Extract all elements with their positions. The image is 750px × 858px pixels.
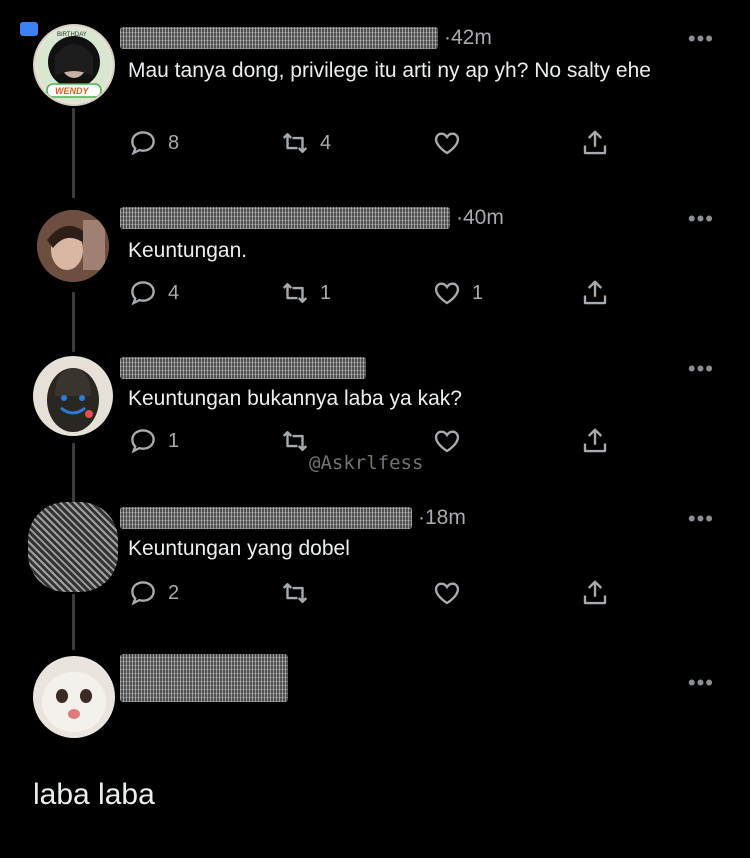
tweet[interactable]: ·40m ••• Keuntungan. 4 1 1 [0, 190, 750, 340]
heart-icon [434, 430, 460, 453]
reply-count: 1 [168, 429, 180, 452]
watermark: @Askrlfess [309, 452, 424, 474]
share-icon [583, 428, 607, 453]
more-options-icon[interactable]: ••• [688, 206, 714, 232]
reply-button[interactable]: 8 [128, 128, 179, 158]
reply-icon [131, 581, 155, 606]
avatar[interactable]: BIRTHDAY WENDY [33, 24, 115, 106]
like-button[interactable]: 1 [432, 278, 483, 308]
tweet-text: Keuntungan bukannya laba ya kak? [128, 387, 462, 410]
reply-button[interactable]: 4 [128, 278, 179, 308]
tweet-time: ·18m [418, 506, 466, 529]
more-options-icon[interactable]: ••• [688, 670, 714, 696]
more-options-icon[interactable]: ••• [688, 356, 714, 382]
retweet-icon [282, 583, 308, 603]
tweet-text: Keuntungan. [128, 239, 248, 262]
share-icon [583, 580, 607, 605]
share-button[interactable] [580, 128, 610, 158]
retweet-count: 4 [320, 131, 332, 154]
badge-text-top: BIRTHDAY [57, 32, 87, 38]
retweet-icon [282, 431, 308, 451]
tweet[interactable]: ·18m ••• Keuntungan yang dobel 2 [0, 490, 750, 640]
heart-icon [434, 282, 460, 305]
username-blurred[interactable] [120, 207, 450, 229]
retweet-button[interactable]: 1 [280, 278, 331, 308]
heart-icon [434, 132, 460, 155]
username-blurred[interactable] [120, 357, 366, 379]
username-blurred[interactable] [120, 507, 412, 529]
share-button[interactable] [580, 278, 610, 308]
like-count: 1 [472, 281, 484, 304]
retweet-button[interactable]: 4 [280, 128, 331, 158]
share-icon [583, 280, 607, 305]
share-button[interactable] [580, 426, 610, 456]
tweet[interactable]: BIRTHDAY WENDY ·42m ••• Mau tanya dong, … [0, 0, 750, 190]
reply-count: 2 [168, 581, 180, 604]
more-options-icon[interactable]: ••• [688, 506, 714, 532]
retweet-button[interactable] [280, 578, 320, 608]
tweet[interactable]: ••• [0, 640, 750, 858]
avatar[interactable] [33, 656, 115, 738]
reply-text: laba laba [33, 778, 155, 811]
username-blurred[interactable] [120, 27, 438, 49]
avatar[interactable] [37, 210, 109, 282]
retweet-count: 1 [320, 281, 332, 304]
reply-icon [131, 131, 155, 156]
badge-text-name: WENDY [55, 86, 89, 96]
tweet-time: ·40m [456, 206, 504, 229]
tweet-time: ·42m [444, 26, 492, 49]
reply-button[interactable]: 2 [128, 578, 179, 608]
avatar[interactable] [33, 356, 113, 436]
reply-count: 8 [168, 131, 180, 154]
tweet-text: Mau tanya dong, privilege itu arti ny ap… [128, 59, 651, 82]
reply-icon [131, 281, 155, 306]
more-options-icon[interactable]: ••• [688, 26, 714, 52]
avatar-blurred[interactable] [28, 502, 118, 592]
retweet-icon [282, 283, 308, 303]
share-icon [583, 130, 607, 155]
reply-icon [131, 429, 155, 454]
like-button[interactable] [432, 426, 472, 456]
like-button[interactable] [432, 128, 472, 158]
heart-icon [434, 582, 460, 605]
like-button[interactable] [432, 578, 472, 608]
tweet-text: Keuntungan yang dobel [128, 537, 350, 560]
username-blurred[interactable] [120, 654, 288, 702]
reply-button[interactable]: 1 [128, 426, 179, 456]
reply-count: 4 [168, 281, 180, 304]
share-button[interactable] [580, 578, 610, 608]
retweet-icon [282, 133, 308, 153]
